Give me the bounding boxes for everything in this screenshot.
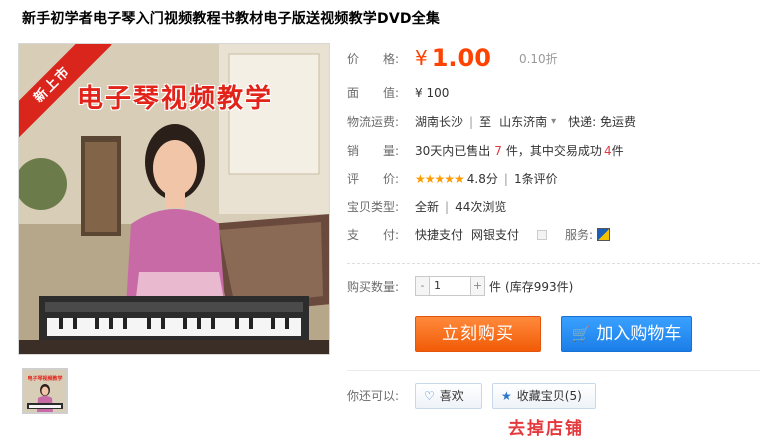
quantity-stepper: - 1 + xyxy=(415,276,485,296)
service-badge-icon[interactable] xyxy=(597,228,611,241)
shipping-destination-select[interactable]: 山东济南 xyxy=(499,113,547,130)
sales-prefix: 30天内已售出 xyxy=(415,144,491,158)
add-to-cart-button[interactable]: 🛒 加入购物车 xyxy=(561,316,692,352)
quantity-increase-button[interactable]: + xyxy=(471,277,484,295)
item-views: 44次浏览 xyxy=(455,200,507,214)
cart-icon: 🛒 xyxy=(571,325,591,343)
shipping-label: 物流运费: xyxy=(347,115,400,129)
shipping-express: 快递: 免运费 xyxy=(568,115,636,129)
payment-method-bank: 网银支付 xyxy=(471,228,520,242)
quantity-input[interactable]: 1 xyxy=(429,277,471,295)
product-title: 新手初学者电子琴入门视频教程书教材电子版送视频教学DVD全集 xyxy=(22,11,441,27)
extras-label: 你还可以: xyxy=(347,389,400,403)
price-discount: 0.10折 xyxy=(518,51,558,66)
chevron-down-icon[interactable]: ▾ xyxy=(551,116,556,127)
sales-label: 销 量: xyxy=(347,144,400,158)
payment-method-quick: 快捷支付 xyxy=(415,228,464,242)
quantity-stock: (库存993件) xyxy=(505,279,574,294)
sales-middle: 件，其中交易成功 xyxy=(505,144,602,158)
sales-sold-count: 7 xyxy=(494,143,502,158)
face-value-label: 面 值: xyxy=(347,86,400,100)
star-icon: ★ xyxy=(501,389,512,403)
shop-link[interactable]: 去掉店铺 xyxy=(508,414,584,447)
service-label: 服务: xyxy=(565,228,594,242)
sales-success-count: 4 xyxy=(603,143,612,158)
price-label: 价 格: xyxy=(347,51,400,66)
payment-label: 支 付: xyxy=(347,228,400,242)
quantity-decrease-button[interactable]: - xyxy=(416,277,429,295)
thumbnail-caption: 电子琴视频教学 xyxy=(27,376,63,382)
rating-row: 评 价: ★★★★★ 4.8分 | 1条评价 xyxy=(347,170,558,187)
quantity-unit: 件 xyxy=(489,279,502,294)
shipping-from: 湖南长沙 xyxy=(415,115,464,129)
star-rating-icon: ★★★★★ xyxy=(415,171,465,186)
image-caption: 电子琴视频教学 xyxy=(76,84,273,114)
rating-label: 评 价: xyxy=(347,172,400,186)
expand-icon[interactable] xyxy=(537,229,548,240)
price-value: 1.00 xyxy=(431,44,491,72)
favorite-label: 收藏宝贝 xyxy=(516,389,565,403)
item-type-row: 宝贝类型: 全新 | 44次浏览 xyxy=(347,199,507,215)
main-product-image[interactable]: 新上市 电子琴视频教学 xyxy=(18,43,330,355)
favorite-button[interactable]: ★ 收藏宝贝(5) xyxy=(492,383,596,409)
quantity-label: 购买数量: xyxy=(347,279,400,294)
price-currency: ¥ xyxy=(415,46,428,70)
favorite-count: (5) xyxy=(564,389,582,403)
sales-row: 销 量: 30天内已售出 7 件，其中交易成功 4 件 xyxy=(347,142,624,159)
divider xyxy=(347,370,760,371)
sales-suffix: 件 xyxy=(611,144,624,158)
item-type-label: 宝贝类型: xyxy=(347,200,400,214)
quantity-row: 购买数量: - 1 + 件 (库存993件) xyxy=(347,276,573,296)
extras-row: 你还可以: xyxy=(347,387,415,404)
like-button[interactable]: ♡ 喜欢 xyxy=(415,383,482,409)
price-row: 价 格: ¥ 1.00 0.10折 xyxy=(347,44,558,72)
buy-now-button[interactable]: 立刻购买 xyxy=(415,316,541,352)
shipping-row: 物流运费: 湖南长沙 | 至 山东济南 ▾ 快递: 免运费 xyxy=(347,113,636,130)
face-value-row: 面 值: ¥ 100 xyxy=(347,84,449,101)
item-condition: 全新 xyxy=(415,200,440,214)
add-to-cart-label: 加入购物车 xyxy=(596,324,682,344)
divider xyxy=(347,263,760,264)
shipping-to-prefix: 至 xyxy=(479,115,492,129)
rating-count-link[interactable]: 1条评价 xyxy=(514,170,558,187)
face-value: ¥ 100 xyxy=(415,85,450,100)
payment-row: 支 付: 快捷支付 网银支付 服务: xyxy=(347,226,611,243)
rating-score: 4.8分 xyxy=(466,172,498,186)
thumbnail-image[interactable]: 电子琴视频教学 xyxy=(22,368,68,414)
like-label: 喜欢 xyxy=(439,389,464,403)
heart-icon: ♡ xyxy=(424,389,435,403)
